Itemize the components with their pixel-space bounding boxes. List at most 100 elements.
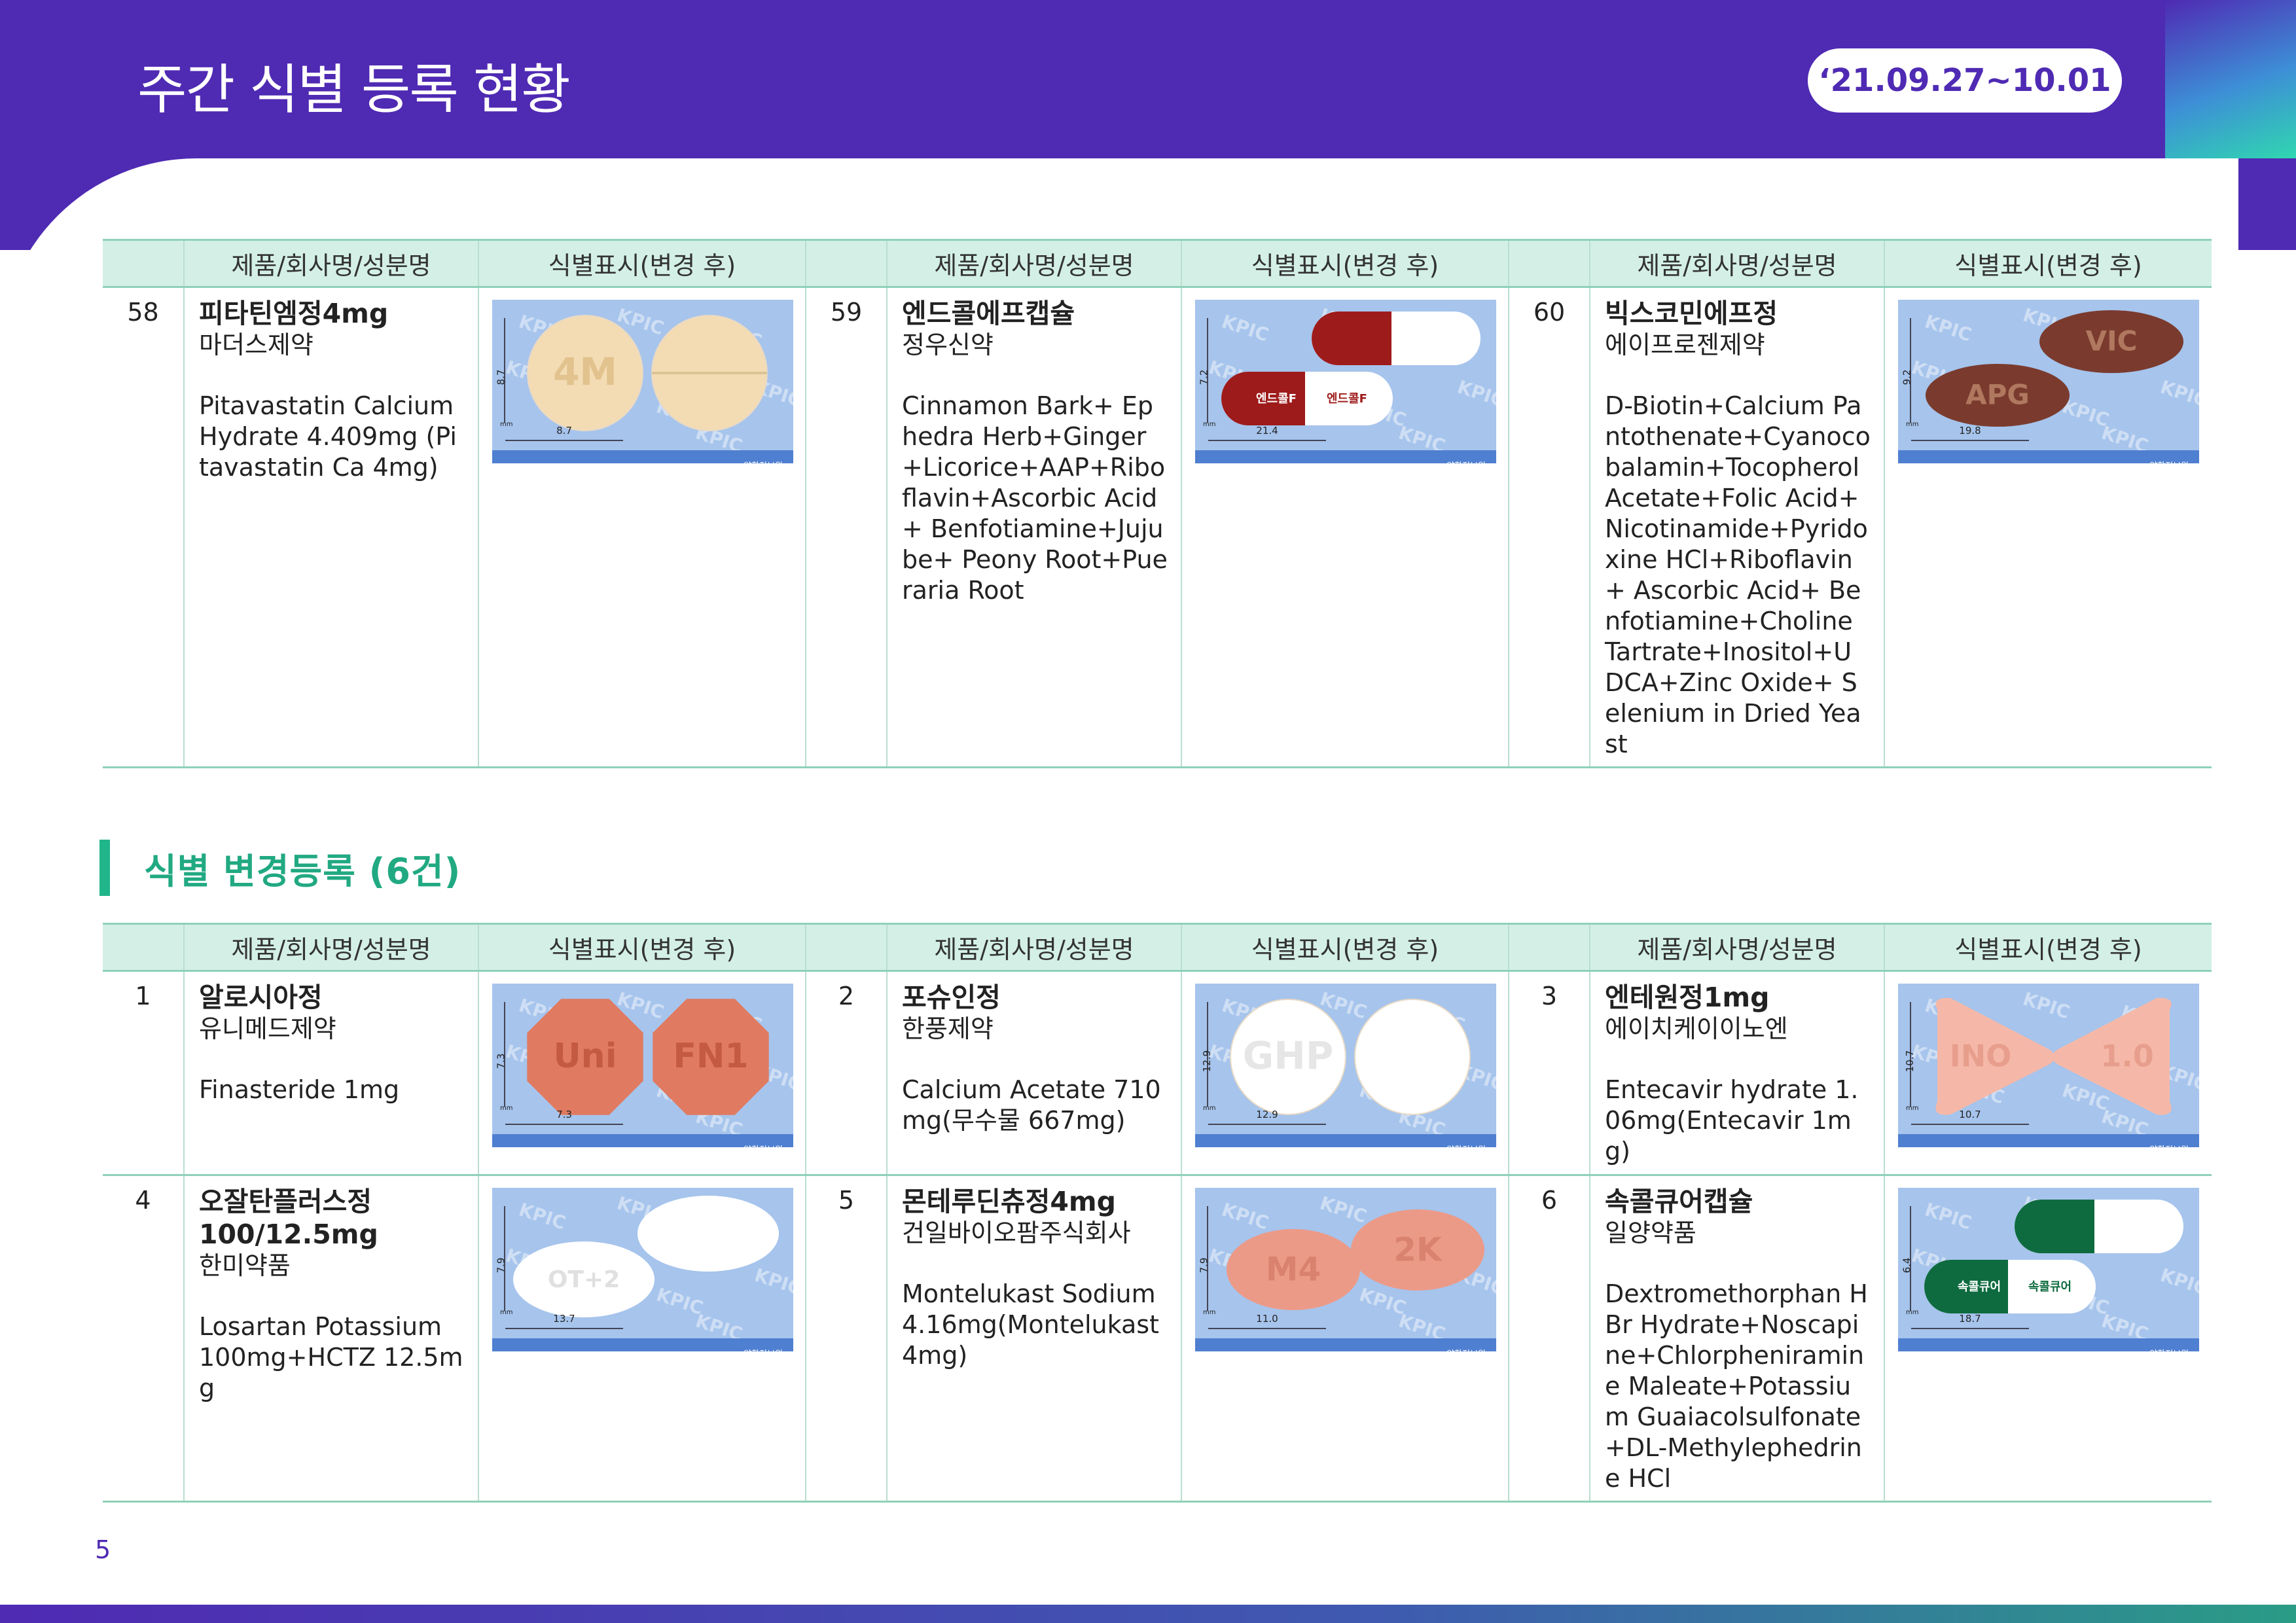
item-number: 3 bbox=[1508, 971, 1590, 1176]
size-height: 8.7 bbox=[495, 369, 507, 385]
size-unit: mm bbox=[1203, 1309, 1216, 1316]
image-credit: 약학정보원 bbox=[2149, 1339, 2189, 1351]
pill-image: KPICKPICKPICKPICKPICKPICKPICKPICAPGVIC9.… bbox=[1898, 300, 2199, 463]
pill-image: KPICKPICKPICKPICKPICKPICKPICKPIC속콜큐어속콜큐어… bbox=[1898, 1188, 2199, 1351]
pill-back bbox=[637, 1196, 779, 1272]
image-credit: 약학정보원 bbox=[2149, 1135, 2189, 1147]
ingredients: Dextromethorphan HBr Hydrate+Noscapine+C… bbox=[1605, 1279, 1868, 1493]
pill-imprint: GHP bbox=[1243, 1033, 1334, 1078]
product-name: 포슈인정 bbox=[902, 982, 1001, 1013]
pill-imprint: 속콜큐어 bbox=[1958, 1280, 2001, 1294]
pill-imprint: Uni bbox=[553, 1037, 617, 1076]
product-name: 피타틴엠정4mg bbox=[199, 298, 389, 329]
marking-image-cell: KPICKPICKPICKPICKPICKPICKPICKPICUniFN17.… bbox=[478, 971, 806, 1176]
product-info: 피타틴엠정4mg 마더스제약 Pitavastatin Calcium Hydrat… bbox=[183, 287, 478, 768]
header-accent bbox=[2165, 0, 2296, 158]
pill-drawing: M4 2K bbox=[1227, 1209, 1484, 1310]
product-name: 오잘탄플러스정 100/12.5mg bbox=[199, 1186, 378, 1250]
header-marking: 식별표시(변경 후) bbox=[478, 923, 806, 972]
item-number: 2 bbox=[805, 971, 887, 1176]
pill-drawing: 속콜큐어 속콜큐어 bbox=[1924, 1200, 2183, 1313]
image-footer: 약학정보원 bbox=[492, 1338, 793, 1351]
header-no bbox=[1508, 923, 1590, 972]
image-credit: 약학정보원 bbox=[744, 1135, 783, 1147]
item-number: 4 bbox=[103, 1175, 184, 1503]
size-height: 7.9 bbox=[1198, 1257, 1210, 1274]
size-width: 10.7 bbox=[1959, 1109, 1981, 1120]
header-product: 제품/회사명/성분명 bbox=[183, 923, 478, 972]
item-number: 59 bbox=[805, 287, 887, 768]
header-product: 제품/회사명/성분명 bbox=[1589, 923, 1884, 972]
product-info: 오잘탄플러스정 100/12.5mg 한미약품 Losartan Potassium… bbox=[183, 1175, 478, 1503]
table-row: 58 피타틴엠정4mg 마더스제약 Pitavastatin Calcium Hydr… bbox=[103, 287, 2212, 768]
image-credit: 약학정보원 bbox=[1446, 1339, 1486, 1351]
pill-image: KPICKPICKPICKPICKPICKPICKPICKPICUniFN17.… bbox=[492, 984, 793, 1147]
size-width: 11.0 bbox=[1256, 1313, 1278, 1325]
marking-image-cell: KPICKPICKPICKPICKPICKPICKPICKPIC속콜큐어속콜큐어… bbox=[1884, 1175, 2212, 1503]
pill-image: KPICKPICKPICKPICKPICKPICKPICKPICM42K7.91… bbox=[1195, 1188, 1496, 1351]
ingredients: Montelukast Sodium 4.16mg(Montelukast 4m… bbox=[902, 1279, 1159, 1370]
product-name: 알로시아정 bbox=[199, 982, 323, 1013]
image-footer: 약학정보원 bbox=[1898, 450, 2199, 463]
pill-imprint: FN1 bbox=[673, 1037, 748, 1076]
header-product: 제품/회사명/성분명 bbox=[183, 239, 478, 288]
company-name: 마더스제약 bbox=[199, 330, 314, 359]
pill-drawing: GHP bbox=[1230, 999, 1471, 1115]
product-info: 엔드콜에프캡슐 정우신약 Cinnamon Bark+ Ephedra Herb+G… bbox=[886, 287, 1181, 768]
header-no bbox=[805, 239, 887, 288]
ingredients: Calcium Acetate 710mg(무수물 667mg) bbox=[902, 1075, 1161, 1135]
size-width: 8.7 bbox=[556, 425, 572, 437]
pill-drawing: INO 1.0 bbox=[1935, 997, 2172, 1115]
item-number: 60 bbox=[1508, 287, 1590, 768]
page-title: 주간 식별 등록 현황 bbox=[137, 59, 571, 121]
pill-imprint: 엔드콜F bbox=[1327, 392, 1367, 406]
pill-imprint: 엔드콜F bbox=[1256, 392, 1297, 406]
pill-imprint: 1.0 bbox=[2100, 1039, 2154, 1074]
header-marking: 식별표시(변경 후) bbox=[1884, 239, 2212, 288]
product-name: 빅스코민에프정 bbox=[1605, 298, 1778, 329]
size-unit: mm bbox=[1906, 1105, 1919, 1112]
size-height: 9.2 bbox=[1901, 369, 1913, 385]
capsule-back-cap bbox=[1312, 312, 1391, 365]
pill-image: KPICKPICKPICKPICKPICKPICKPICKPICINO1.010… bbox=[1898, 984, 2199, 1147]
company-name: 한미약품 bbox=[199, 1251, 291, 1280]
pill-drawing: Uni FN1 bbox=[527, 999, 769, 1115]
size-height: 7.3 bbox=[495, 1053, 507, 1069]
section-bar bbox=[99, 840, 110, 896]
size-width: 21.4 bbox=[1256, 425, 1278, 437]
pill-imprint: 속콜큐어 bbox=[2028, 1280, 2072, 1294]
header-marking: 식별표시(변경 후) bbox=[1181, 239, 1509, 288]
size-width: 12.9 bbox=[1256, 1109, 1278, 1120]
marking-image-cell: KPICKPICKPICKPICKPICKPICKPICKPICGHP12.91… bbox=[1181, 971, 1509, 1176]
ingredients: Finasteride 1mg bbox=[199, 1075, 400, 1104]
company-name: 정우신약 bbox=[902, 330, 994, 359]
marking-image-cell: KPICKPICKPICKPICKPICKPICKPICKPICOT+27.91… bbox=[478, 1175, 806, 1503]
pill-imprint: OT+2 bbox=[548, 1266, 620, 1293]
size-height: 7.2 bbox=[1198, 369, 1210, 385]
marking-image-cell: KPICKPICKPICKPICKPICKPICKPICKPICM42K7.91… bbox=[1181, 1175, 1509, 1503]
image-credit: 약학정보원 bbox=[1446, 451, 1486, 463]
company-name: 에이치케이이노엔 bbox=[1605, 1014, 1788, 1043]
ingredients: Losartan Potassium 100mg+HCTZ 12.5mg bbox=[199, 1312, 463, 1402]
image-footer: 약학정보원 bbox=[1195, 1338, 1496, 1351]
size-unit: mm bbox=[1203, 421, 1216, 428]
size-height: 7.9 bbox=[495, 1257, 507, 1274]
ingredients: D-Biotin+Calcium Pantothenate+Cyanocobal… bbox=[1605, 391, 1871, 758]
header-product: 제품/회사명/성분명 bbox=[1589, 239, 1884, 288]
size-unit: mm bbox=[1203, 1105, 1216, 1112]
date-range-badge: ‘21.09.27~10.01 bbox=[1808, 48, 2122, 113]
footer-bar bbox=[0, 1605, 2296, 1623]
product-info: 속콜큐어캡슐 일양약품 Dextromethorphan HBr Hydrate+N… bbox=[1589, 1175, 1884, 1503]
pill-imprint: 2K bbox=[1393, 1231, 1443, 1269]
product-info: 포슈인정 한풍제약 Calcium Acetate 710mg(무수물 667mg) bbox=[886, 971, 1181, 1176]
size-unit: mm bbox=[500, 1309, 513, 1316]
image-credit: 약학정보원 bbox=[744, 1339, 783, 1351]
size-unit: mm bbox=[500, 421, 513, 428]
pill-drawing: OT+2 bbox=[513, 1196, 779, 1317]
pill-drawing: 4M bbox=[527, 315, 768, 431]
change-registration-table: 제품/회사명/성분명 식별표시(변경 후) 제품/회사명/성분명 식별표시(변경… bbox=[103, 923, 2212, 1503]
company-name: 에이프로젠제약 bbox=[1605, 330, 1765, 359]
table-header-row: 제품/회사명/성분명 식별표시(변경 후) 제품/회사명/성분명 식별표시(변경… bbox=[103, 239, 2212, 288]
pill-imprint: APG bbox=[1965, 379, 2030, 411]
pill-drawing: APG VIC bbox=[1926, 310, 2183, 427]
